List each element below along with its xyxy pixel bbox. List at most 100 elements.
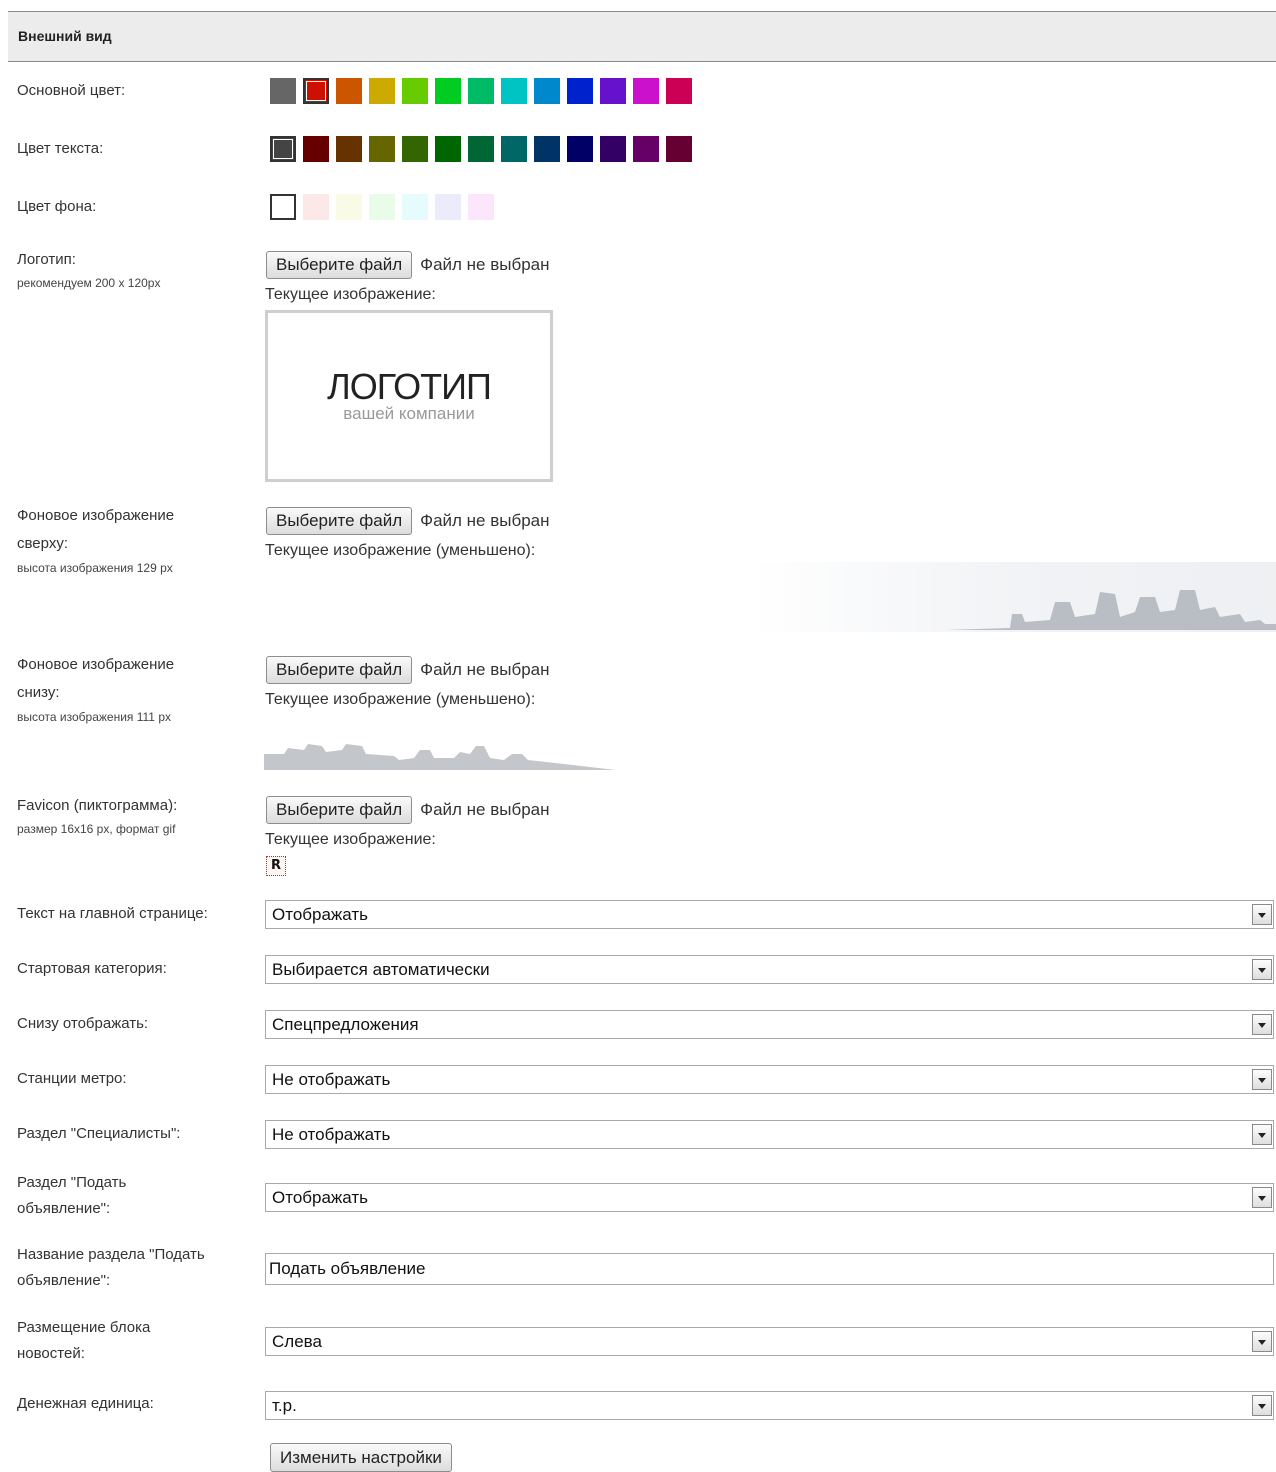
bottom-show-select[interactable]: Спецпредложения <box>265 1010 1274 1039</box>
text-color-swatch[interactable] <box>501 136 527 162</box>
start-category-label: Стартовая категория: <box>17 960 167 977</box>
bottom-bg-current-label: Текущее изображение (уменьшено): <box>265 691 536 708</box>
favicon-label: Favicon (пиктограмма): размер 16x16 px, … <box>17 793 177 837</box>
bg-color-swatch[interactable] <box>369 194 395 220</box>
text-color-swatch[interactable] <box>402 136 428 162</box>
chevron-down-icon[interactable] <box>1252 1331 1272 1352</box>
top-bg-file-row: Выберите файл Файл не выбран <box>266 507 550 535</box>
main-color-swatch[interactable] <box>633 78 659 104</box>
start-category-select-value: Выбирается автоматически <box>272 960 490 979</box>
main-color-swatch[interactable] <box>435 78 461 104</box>
top-bg-note: высота изображения 129 px <box>17 561 173 575</box>
news-block-label: Размещение блока новостей: <box>17 1319 151 1362</box>
chevron-down-icon[interactable] <box>1252 1187 1272 1208</box>
bottom-bg-label: Фоновое изображение снизу: высота изобра… <box>17 651 247 725</box>
favicon-label-text: Favicon (пиктограмма): <box>17 797 178 814</box>
chevron-down-icon[interactable] <box>1252 1395 1272 1416</box>
chevron-down-icon[interactable] <box>1252 1124 1272 1145</box>
favicon-current-label: Текущее изображение: <box>265 831 436 848</box>
bg-color-swatch[interactable] <box>468 194 494 220</box>
text-color-swatch[interactable] <box>336 136 362 162</box>
text-color-swatch[interactable] <box>435 136 461 162</box>
main-color-swatch[interactable] <box>666 78 692 104</box>
text-color-swatch[interactable] <box>600 136 626 162</box>
currency-select-value: т.р. <box>272 1396 297 1415</box>
specialists-label: Раздел "Специалисты": <box>17 1125 181 1142</box>
text-color-swatch[interactable] <box>534 136 560 162</box>
main-text-label: Текст на главной странице: <box>17 905 208 922</box>
specialists-select[interactable]: Не отображать <box>265 1120 1274 1149</box>
post-ad-name-label: Название раздела "Подать объявление": <box>17 1246 205 1289</box>
favicon-file-status: Файл не выбран <box>420 800 550 819</box>
top-bg-file-status: Файл не выбран <box>420 511 550 530</box>
text-color-swatch[interactable] <box>369 136 395 162</box>
text-color-swatch[interactable] <box>666 136 692 162</box>
bg-color-swatch[interactable] <box>435 194 461 220</box>
text-color-swatch[interactable] <box>303 136 329 162</box>
chevron-down-icon[interactable] <box>1252 1069 1272 1090</box>
bg-color-label: Цвет фона: <box>17 198 97 215</box>
main-text-select[interactable]: Отображать <box>265 900 1274 929</box>
bottom-bg-choose-file-button[interactable]: Выберите файл <box>266 656 413 684</box>
start-category-select[interactable]: Выбирается автоматически <box>265 955 1274 984</box>
favicon-file-row: Выберите файл Файл не выбран <box>266 796 550 824</box>
metro-label: Станции метро: <box>17 1070 127 1087</box>
post-ad-select[interactable]: Отображать <box>265 1183 1274 1212</box>
bg-color-swatch[interactable] <box>402 194 428 220</box>
top-bg-label: Фоновое изображение сверху: высота изобр… <box>17 502 247 576</box>
top-bg-current-label: Текущее изображение (уменьшено): <box>265 542 536 559</box>
currency-label: Денежная единица: <box>17 1395 154 1412</box>
favicon-preview-icon: R <box>266 856 286 876</box>
bg-color-swatch[interactable] <box>303 194 329 220</box>
chevron-down-icon[interactable] <box>1252 959 1272 980</box>
main-color-swatch[interactable] <box>468 78 494 104</box>
section-header-appearance: Внешний вид <box>8 11 1276 62</box>
bg-color-swatch[interactable] <box>270 194 296 220</box>
main-color-swatch[interactable] <box>534 78 560 104</box>
main-color-swatch[interactable] <box>336 78 362 104</box>
text-color-swatch[interactable] <box>633 136 659 162</box>
bg-color-swatches <box>270 194 501 220</box>
text-color-swatch[interactable] <box>567 136 593 162</box>
bottom-bg-note: высота изображения 111 px <box>17 710 171 724</box>
bottom-bg-file-status: Файл не выбран <box>420 660 550 679</box>
chevron-down-icon[interactable] <box>1252 1014 1272 1035</box>
metro-select[interactable]: Не отображать <box>265 1065 1274 1094</box>
logo-label: Логотип: рекомендуем 200 x 120px <box>17 247 160 291</box>
main-color-swatch[interactable] <box>303 78 329 104</box>
text-color-swatches <box>270 136 699 162</box>
logo-label-text: Логотип: <box>17 251 76 268</box>
bottom-show-label: Снизу отображать: <box>17 1015 149 1032</box>
post-ad-name-input[interactable]: Подать объявление <box>265 1253 1274 1285</box>
top-bg-choose-file-button[interactable]: Выберите файл <box>266 507 413 535</box>
logo-preview-title: ЛОГОТИП <box>327 366 492 407</box>
metro-select-value: Не отображать <box>272 1070 391 1089</box>
main-color-swatch[interactable] <box>501 78 527 104</box>
text-color-label: Цвет текста: <box>17 140 104 157</box>
news-block-select[interactable]: Слева <box>265 1327 1274 1356</box>
save-settings-button[interactable]: Изменить настройки <box>270 1443 452 1472</box>
specialists-select-value: Не отображать <box>272 1125 391 1144</box>
main-color-swatch[interactable] <box>270 78 296 104</box>
bottom-bg-label-text: Фоновое изображение снизу: <box>17 656 175 701</box>
text-color-swatch[interactable] <box>270 136 296 162</box>
favicon-note: размер 16x16 px, формат gif <box>17 822 176 836</box>
main-color-swatch[interactable] <box>402 78 428 104</box>
main-color-swatches <box>270 78 699 104</box>
post-ad-label: Раздел "Подать объявление": <box>17 1174 127 1217</box>
currency-select[interactable]: т.р. <box>265 1391 1274 1420</box>
main-color-swatch[interactable] <box>567 78 593 104</box>
bg-color-swatch[interactable] <box>336 194 362 220</box>
logo-preview-subtitle: вашей компании <box>343 404 475 423</box>
news-block-select-value: Слева <box>272 1332 322 1351</box>
favicon-choose-file-button[interactable]: Выберите файл <box>266 796 413 824</box>
main-color-swatch[interactable] <box>600 78 626 104</box>
main-text-select-value: Отображать <box>272 905 369 924</box>
logo-choose-file-button[interactable]: Выберите файл <box>266 251 413 279</box>
main-color-swatch[interactable] <box>369 78 395 104</box>
logo-file-row: Выберите файл Файл не выбран <box>266 251 550 279</box>
bottom-show-select-value: Спецпредложения <box>272 1015 419 1034</box>
chevron-down-icon[interactable] <box>1252 904 1272 925</box>
text-color-swatch[interactable] <box>468 136 494 162</box>
logo-preview-image: ЛОГОТИП вашей компании <box>265 310 553 482</box>
